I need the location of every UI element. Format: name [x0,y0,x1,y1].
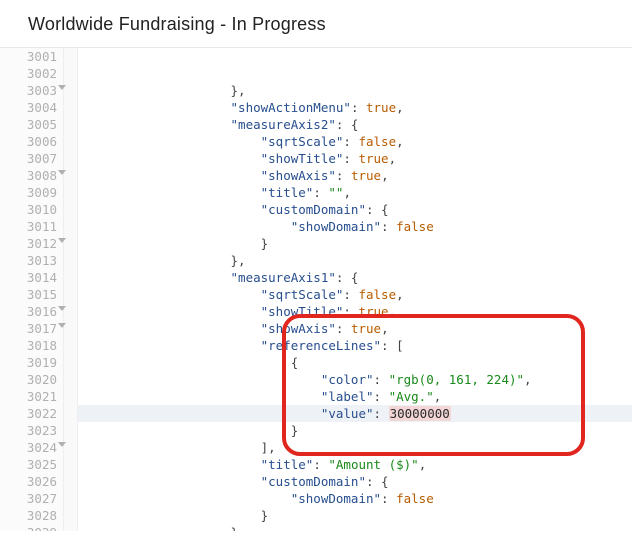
code-line[interactable]: }, [78,82,632,99]
code-line[interactable]: "showAxis": true, [78,320,632,337]
line-number: 3020 [0,371,63,388]
line-number: 3028 [0,507,63,524]
line-number: 3003 [0,82,63,99]
code-line[interactable]: "customDomain": { [78,201,632,218]
code-line[interactable]: "measureAxis1": { [78,269,632,286]
line-number: 3008 [0,167,63,184]
fold-toggle-icon[interactable] [58,170,66,175]
code-line[interactable]: "showTitle": true, [78,303,632,320]
fold-toggle-icon[interactable] [58,323,66,328]
line-number: 3016 [0,303,63,320]
fold-toggle-icon[interactable] [58,306,66,311]
code-editor[interactable]: 3001300230033004300530063007300830093010… [0,48,632,531]
code-line[interactable]: "sqrtScale": false, [78,133,632,150]
line-number: 3025 [0,456,63,473]
fold-column [64,48,78,531]
code-line[interactable]: }, [78,524,632,531]
line-number: 3017 [0,320,63,337]
line-number: 3010 [0,201,63,218]
line-number: 3002 [0,65,63,82]
line-number: 3006 [0,133,63,150]
code-line[interactable]: "showDomain": false [78,218,632,235]
line-number: 3027 [0,490,63,507]
line-number: 3022 [0,405,63,422]
line-number: 3023 [0,422,63,439]
code-line[interactable]: "showActionMenu": true, [78,99,632,116]
code-line[interactable]: ], [78,439,632,456]
code-line[interactable]: "showDomain": false [78,490,632,507]
line-number: 3019 [0,354,63,371]
line-number: 3026 [0,473,63,490]
fold-toggle-icon[interactable] [58,85,66,90]
code-line[interactable]: "customDomain": { [78,473,632,490]
code-line[interactable]: } [78,235,632,252]
code-line[interactable]: }, [78,252,632,269]
line-number: 3015 [0,286,63,303]
code-line[interactable]: "measureAxis2": { [78,116,632,133]
code-line[interactable]: "value": 30000000 [78,405,632,422]
line-number: 3009 [0,184,63,201]
code-line[interactable]: } [78,507,632,524]
code-line[interactable]: "referenceLines": [ [78,337,632,354]
fold-toggle-icon[interactable] [58,238,66,243]
code-line[interactable]: { [78,354,632,371]
line-number: 3011 [0,218,63,235]
code-line[interactable]: "title": "", [78,184,632,201]
fold-toggle-icon[interactable] [58,442,66,447]
highlighted-value: 30000000 [389,406,451,421]
line-number: 3005 [0,116,63,133]
code-line[interactable]: "color": "rgb(0, 161, 224)", [78,371,632,388]
line-number: 3012 [0,235,63,252]
code-line[interactable]: "sqrtScale": false, [78,286,632,303]
line-number: 3018 [0,337,63,354]
line-number: 3001 [0,48,63,65]
code-line[interactable]: } [78,422,632,439]
code-line[interactable]: "title": "Amount ($)", [78,456,632,473]
line-number: 3021 [0,388,63,405]
code-line[interactable]: "showAxis": true, [78,167,632,184]
line-number: 3029 [0,524,63,531]
page-title: Worldwide Fundraising - In Progress [28,14,604,35]
line-number: 3024 [0,439,63,456]
line-number: 3007 [0,150,63,167]
line-number-gutter: 3001300230033004300530063007300830093010… [0,48,64,531]
code-line[interactable]: "showTitle": true, [78,150,632,167]
code-body[interactable]: }, "showActionMenu": true, "measureAxis2… [78,48,632,531]
code-line[interactable]: "label": "Avg.", [78,388,632,405]
line-number: 3014 [0,269,63,286]
line-number: 3013 [0,252,63,269]
line-number: 3004 [0,99,63,116]
page-header: Worldwide Fundraising - In Progress [0,0,632,48]
